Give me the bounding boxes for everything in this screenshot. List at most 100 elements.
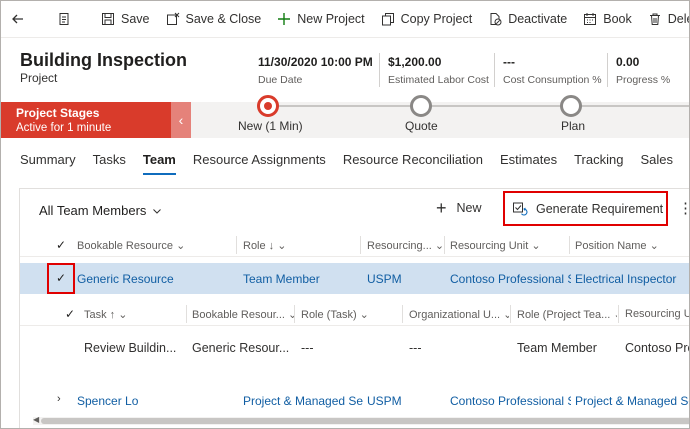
subcolumn-header-role-task[interactable]: Role (Task) ⌄ bbox=[301, 308, 401, 321]
resourcing-unit-link[interactable]: Contoso Professional S bbox=[450, 394, 571, 408]
tab-team[interactable]: Team bbox=[142, 152, 176, 175]
stage-track: New (1 Min) Quote Plan bbox=[191, 95, 689, 138]
column-label: Role (Task) bbox=[301, 309, 357, 321]
cost-consumption-field: --- Cost Consumption % bbox=[503, 55, 602, 86]
app-window: Save Save & Close New Project Copy Proje… bbox=[0, 0, 690, 429]
divider bbox=[294, 305, 295, 323]
divider bbox=[607, 53, 608, 87]
column-header-resourcing[interactable]: Resourcing... ⌄ bbox=[367, 239, 447, 252]
subcolumn-header-bookable-resource[interactable]: Bookable Resour... ⌄ bbox=[192, 308, 295, 321]
position-name-link[interactable]: Project & Managed Se bbox=[575, 394, 689, 408]
field-value: $1,200.00 bbox=[388, 55, 442, 69]
view-selector[interactable]: All Team Members bbox=[39, 203, 162, 218]
stage-summary-subtitle: Active for 1 minute bbox=[16, 122, 112, 134]
book-label: Book bbox=[603, 12, 632, 26]
column-label: Task bbox=[84, 309, 107, 321]
stage-node-new[interactable] bbox=[257, 95, 279, 117]
resourcing-link[interactable]: USPM bbox=[367, 394, 444, 408]
subcolumn-header-role-project-team[interactable]: Role (Project Tea... ⌄ bbox=[517, 308, 617, 321]
column-header-position-name[interactable]: Position Name ⌄ bbox=[575, 239, 689, 252]
divider bbox=[569, 236, 570, 254]
more-options-icon[interactable]: ⋮ bbox=[678, 199, 689, 217]
save-icon bbox=[102, 13, 114, 25]
table-row[interactable]: › Spencer Lo Project & Managed Se USPM C… bbox=[20, 389, 689, 413]
new-project-button[interactable]: New Project bbox=[269, 1, 372, 38]
role-link[interactable]: Project & Managed Se bbox=[243, 394, 363, 408]
page-title: Building Inspection bbox=[20, 50, 187, 70]
document-icon bbox=[59, 13, 69, 25]
back-button[interactable] bbox=[1, 1, 41, 38]
stage-label-new: New (1 Min) bbox=[238, 119, 303, 133]
table-row[interactable]: ✓ Generic Resource Team Member USPM Cont… bbox=[20, 263, 689, 294]
tab-tasks[interactable]: Tasks bbox=[93, 152, 126, 175]
subcolumn-header-resourcing-unit[interactable]: Resourcing Uni bbox=[625, 308, 689, 320]
column-label: Resourcing Unit bbox=[450, 240, 529, 252]
column-header-bookable-resource[interactable]: Bookable Resource ⌄ bbox=[77, 239, 227, 252]
field-label: Progress % bbox=[616, 74, 671, 86]
new-label: New bbox=[456, 201, 482, 215]
expand-chevron-icon[interactable]: › bbox=[57, 393, 61, 405]
divider bbox=[236, 236, 237, 254]
form-tabs: Summary Tasks Team Resource Assignments … bbox=[20, 152, 689, 175]
column-label: Role bbox=[243, 240, 266, 252]
generate-requirement-button[interactable]: Generate Requirement bbox=[503, 191, 668, 226]
select-all-checkbox[interactable]: ✓ bbox=[56, 238, 66, 252]
highlight-box bbox=[47, 263, 75, 294]
tab-resource-assignments[interactable]: Resource Assignments bbox=[193, 152, 326, 175]
plus-icon bbox=[278, 13, 291, 25]
chevron-down-icon bbox=[153, 208, 162, 214]
stage-summary[interactable]: Project Stages Active for 1 minute bbox=[1, 102, 171, 138]
tab-sales[interactable]: Sales bbox=[640, 152, 673, 175]
progress-field: 0.00 Progress % bbox=[616, 55, 671, 86]
save-button[interactable]: Save bbox=[93, 1, 158, 38]
new-project-label: New Project bbox=[297, 12, 365, 26]
horizontal-scrollbar[interactable]: ◀ bbox=[33, 415, 689, 425]
book-button[interactable]: Book bbox=[575, 1, 640, 38]
stage-label-quote: Quote bbox=[405, 119, 438, 133]
tab-tracking[interactable]: Tracking bbox=[574, 152, 623, 175]
new-member-button[interactable]: + New bbox=[436, 199, 482, 217]
tab-summary[interactable]: Summary bbox=[20, 152, 76, 175]
collapse-chevron-icon[interactable]: ‹ bbox=[171, 102, 191, 138]
copy-project-label: Copy Project bbox=[400, 12, 473, 26]
column-label: Resourcing... bbox=[367, 240, 432, 252]
scroll-left-icon[interactable]: ◀ bbox=[33, 415, 39, 424]
resourcing-unit-cell: Contoso Pro bbox=[625, 341, 690, 355]
stage-node-quote[interactable] bbox=[410, 95, 432, 117]
bookable-resource-link[interactable]: Spencer Lo bbox=[77, 394, 227, 408]
role-link[interactable]: Team Member bbox=[243, 272, 361, 286]
stage-connector bbox=[268, 105, 689, 107]
subgrid-select-all-checkbox[interactable]: ✓ bbox=[65, 307, 75, 321]
divider bbox=[510, 305, 511, 323]
subcolumn-header-task[interactable]: Task ↑ ⌄ bbox=[84, 308, 184, 321]
field-label: Due Date bbox=[258, 74, 303, 86]
tab-resource-reconciliation[interactable]: Resource Reconciliation bbox=[343, 152, 483, 175]
resourcing-unit-link[interactable]: Contoso Professional S bbox=[450, 272, 571, 286]
tab-estimates[interactable]: Estimates bbox=[500, 152, 557, 175]
deactivate-button[interactable]: Deactivate bbox=[480, 1, 575, 38]
entity-name: Project bbox=[20, 71, 58, 85]
subcolumn-header-organizational-unit[interactable]: Organizational U... ⌄ bbox=[409, 308, 509, 321]
subgrid-row[interactable]: Review Buildin... Generic Resour... --- … bbox=[20, 333, 690, 363]
field-value: 11/30/2020 10:00 PM bbox=[258, 55, 373, 69]
divider bbox=[494, 53, 495, 87]
bookable-resource-link[interactable]: Generic Resource bbox=[77, 272, 227, 286]
column-label: Role (Project Tea... bbox=[517, 309, 611, 321]
stage-node-plan[interactable] bbox=[560, 95, 582, 117]
column-header-resourcing-unit[interactable]: Resourcing Unit ⌄ bbox=[450, 239, 568, 252]
back-arrow-icon bbox=[12, 14, 23, 24]
column-label: Bookable Resource bbox=[77, 240, 174, 252]
field-label: Cost Consumption % bbox=[503, 74, 602, 86]
calendar-icon bbox=[584, 13, 597, 25]
copy-project-button[interactable]: Copy Project bbox=[373, 1, 481, 38]
organizational-unit-cell: --- bbox=[409, 341, 422, 355]
scroll-thumb[interactable] bbox=[41, 418, 689, 424]
resourcing-link[interactable]: USPM bbox=[367, 272, 444, 286]
column-header-role[interactable]: Role ↓ ⌄ bbox=[243, 239, 361, 252]
save-close-button[interactable]: Save & Close bbox=[158, 1, 270, 38]
column-label: Position Name bbox=[575, 240, 647, 252]
delete-button[interactable]: Delete bbox=[640, 1, 689, 38]
role-task-cell: --- bbox=[301, 341, 314, 355]
form-view-button[interactable] bbox=[49, 1, 85, 38]
position-name-link[interactable]: Electrical Inspector bbox=[575, 272, 689, 286]
